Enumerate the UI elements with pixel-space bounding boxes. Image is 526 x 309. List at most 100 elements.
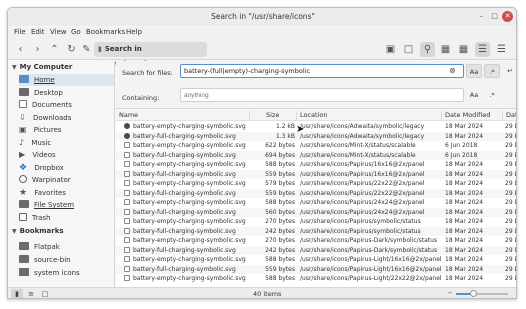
sidebar-item-dropbox[interactable]: ❖ Dropbox (19, 162, 114, 174)
table-row[interactable]: battery-full-charging-symbolic.svg 560 by… (116, 207, 516, 217)
cell-size: 559 bytes (265, 170, 295, 178)
table-row[interactable]: battery-full-charging-symbolic.svg 559 by… (116, 264, 516, 274)
sidebar-item-flatpak[interactable]: Flatpak (19, 241, 114, 253)
cell-location: /usr/share/icons/Papirus-Light/16x16@2x/… (300, 256, 442, 263)
sidebar-header-bookmarks[interactable]: ▼ Bookmarks (12, 227, 64, 235)
column-date[interactable]: Date (503, 111, 516, 121)
sidebar-item-trash[interactable]: Trash (19, 212, 114, 224)
cell-location: /usr/share/icons/Papirus-Dark/symbolic/s… (300, 237, 438, 244)
close-icon[interactable]: ✕ (502, 11, 513, 22)
sidebar-item-warpinator[interactable]: Warpinator (19, 174, 114, 186)
containing-case-button[interactable]: Aa (466, 88, 482, 102)
title-bar[interactable]: Search in "/usr/share/icons" – □ ✕ (8, 8, 516, 26)
up-icon[interactable]: ⌃ (47, 42, 62, 57)
sidebar-item-source-bin[interactable]: source-bin (19, 254, 114, 266)
sidebar-item-music[interactable]: ♪ Music (19, 137, 114, 149)
cell-location: /usr/share/icons/Mint-X/status/scalable (300, 142, 416, 149)
cell-location: /usr/share/icons/Mint-X/status/scalable (300, 151, 416, 159)
cell-size: 560 bytes (265, 208, 295, 216)
trash-icon (19, 213, 27, 221)
svg-file-icon (124, 123, 130, 129)
table-row[interactable]: battery-empty-charging-symbolic.svg 588 b… (116, 160, 516, 169)
new-folder-icon[interactable]: □ (401, 42, 416, 57)
return-icon[interactable]: ↵ (502, 64, 516, 78)
menu-go[interactable]: Go (71, 28, 81, 36)
containing-regex-button[interactable]: .* (484, 88, 500, 102)
table-row[interactable]: battery-empty-charging-symbolic.svg 579 b… (116, 179, 516, 188)
case-sensitive-button[interactable]: Aa (466, 64, 482, 78)
music-icon: ♪ (19, 138, 25, 147)
table-row[interactable]: battery-full-charging-symbolic.svg 559 by… (116, 188, 516, 198)
containing-input[interactable] (180, 88, 464, 102)
terminal-icon[interactable]: ▣ (383, 42, 398, 57)
zoom-slider[interactable] (456, 290, 508, 297)
sidebar-item-desktop[interactable]: Desktop (19, 87, 114, 99)
cell-date-modified: 18 Mar 2024 (445, 123, 484, 130)
table-row[interactable]: battery-empty-charging-symbolic.svg 270 b… (116, 236, 516, 245)
menu-bookmarks[interactable]: Bookmarks (86, 28, 125, 36)
minimize-icon[interactable]: – (476, 11, 487, 22)
refresh-icon[interactable]: ↻ (64, 42, 79, 57)
menu-help[interactable]: Help (126, 28, 142, 36)
cell-size: 270 bytes (265, 237, 295, 244)
forward-icon[interactable]: › (30, 42, 45, 57)
menu-file[interactable]: File (14, 28, 26, 36)
compact-view-icon[interactable]: ▦ (456, 42, 471, 57)
zoom-handle[interactable] (470, 290, 478, 297)
sidebar-item-file-system[interactable]: File System (19, 199, 114, 211)
cell-location: /usr/share/icons/Adwaita/symbolic/legacy (300, 123, 425, 130)
regex-button[interactable]: .* (484, 64, 500, 78)
mouse-pointer-icon: ➤ (296, 124, 305, 135)
menu-view[interactable]: View (50, 28, 67, 36)
hide-sidebar-icon[interactable]: □ (39, 289, 51, 298)
cell-name: battery-full-charging-symbolic.svg (124, 170, 262, 179)
sidebar-item-home[interactable]: Home (19, 74, 114, 86)
table-row[interactable]: battery-full-charging-symbolic.svg 242 by… (116, 245, 516, 255)
table-row[interactable]: battery-empty-charging-symbolic.svg 588 b… (116, 198, 516, 207)
sidebar-item-documents[interactable]: Documents (19, 99, 114, 111)
tree-toggle-icon[interactable]: ≡ (25, 289, 37, 298)
table-row[interactable]: battery-full-charging-symbolic.svg 694 by… (116, 150, 516, 160)
location-bar[interactable]: ▮Search in "/usr/share/icons" (94, 42, 207, 68)
table-row[interactable]: battery-full-charging-symbolic.svg 242 by… (116, 226, 516, 236)
cell-name: battery-full-charging-symbolic.svg (124, 132, 262, 141)
cell-date: 29 De (505, 199, 516, 206)
zoom-out-icon[interactable]: – (448, 288, 452, 297)
table-row[interactable]: battery-empty-charging-symbolic.svg 588 b… (116, 274, 516, 283)
column-size[interactable]: Size (263, 111, 297, 121)
places-toggle-icon[interactable]: ▮ (11, 289, 23, 298)
maximize-icon[interactable]: □ (489, 11, 500, 22)
cell-location: /usr/share/icons/Papirus/16x16@2x/panel (300, 161, 425, 168)
toggle-location-icon[interactable]: ✎ (79, 42, 94, 57)
icon-view-icon[interactable]: ▦ (438, 42, 453, 57)
sidebar-item-videos[interactable]: ▶ Videos (19, 149, 114, 161)
sidebar-item-system-icons[interactable]: system icons (19, 267, 114, 279)
table-row[interactable]: battery-empty-charging-symbolic.svg 1.2 k… (116, 122, 516, 131)
toggle-sidebar-icon[interactable]: ☰ (494, 42, 509, 57)
sidebar-item-pictures[interactable]: ▣ Pictures (19, 124, 114, 136)
clear-icon[interactable]: ⊗ (449, 66, 456, 75)
cell-date: 29 De (505, 189, 516, 197)
sidebar-item-favorites[interactable]: ★ Favorites (19, 187, 114, 199)
sidebar-header-my-computer[interactable]: ▼ My Computer (12, 63, 72, 71)
column-name[interactable]: Name (116, 111, 250, 121)
sidebar-item-downloads[interactable]: ⇩ Downloads (19, 112, 114, 124)
search-icon[interactable]: ⚲ (420, 42, 435, 57)
table-row[interactable]: battery-full-charging-symbolic.svg 1.3 kB… (116, 131, 516, 141)
back-icon[interactable]: ‹ (13, 42, 28, 57)
table-row[interactable]: battery-full-charging-symbolic.svg 559 by… (116, 169, 516, 179)
search-input[interactable] (180, 64, 464, 78)
table-row[interactable]: battery-empty-charging-symbolic.svg 622 b… (116, 141, 516, 150)
table-row[interactable]: battery-empty-charging-symbolic.svg 588 b… (116, 255, 516, 264)
cell-date-modified: 18 Mar 2024 (445, 218, 484, 225)
cell-date: 29 De (505, 180, 516, 187)
search-files-label: Search for files: (122, 69, 173, 77)
table-row[interactable]: battery-empty-charging-symbolic.svg 270 b… (116, 217, 516, 226)
cell-date: 29 De (505, 256, 516, 263)
svg-file-icon (124, 132, 130, 139)
list-view-icon[interactable]: ☰ (475, 42, 490, 57)
menu-edit[interactable]: Edit (31, 28, 45, 36)
column-date-modified[interactable]: Date Modified (442, 111, 503, 121)
cell-name: battery-full-charging-symbolic.svg (124, 265, 262, 274)
column-location[interactable]: Location (297, 111, 442, 121)
